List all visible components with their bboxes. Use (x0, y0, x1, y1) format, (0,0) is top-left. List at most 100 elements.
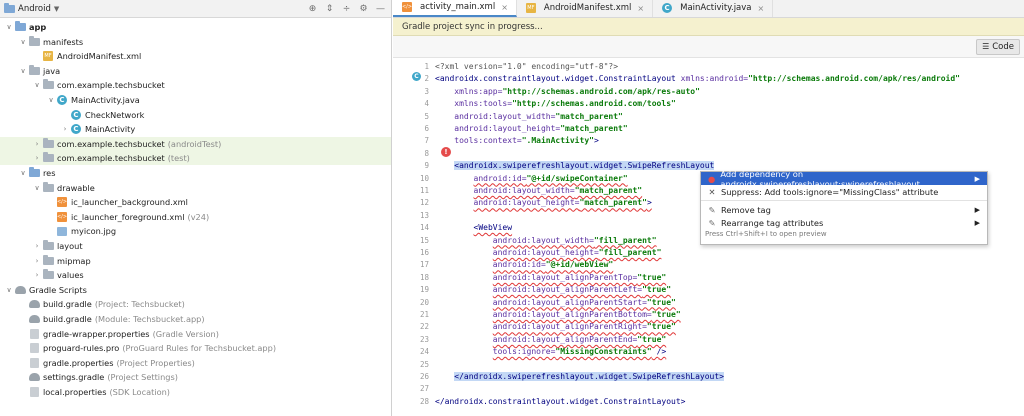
line-number: 22 (419, 322, 429, 332)
tree-item[interactable]: › com.example.techsbucket (test) (0, 151, 391, 166)
tree-item-label: gradle.properties (43, 357, 114, 368)
line-number: 15 (419, 235, 429, 245)
tree-item-detail: (Module: Techsbucket.app) (94, 314, 205, 324)
tree-item[interactable]: build.gradle (Project: Techsbucket) (0, 297, 391, 311)
close-icon[interactable]: × (501, 3, 508, 12)
tree-item[interactable]: ∨ C MainActivity.java (0, 93, 391, 107)
chevron-right-icon[interactable]: › (32, 242, 42, 250)
close-icon[interactable]: × (637, 4, 644, 13)
chevron-right-icon[interactable]: › (60, 125, 70, 133)
close-icon[interactable]: × (758, 4, 765, 13)
line-number: 13 (419, 210, 429, 220)
tree-item[interactable]: ∨ manifests (0, 35, 391, 49)
tree-item[interactable]: ∨ res (0, 166, 391, 180)
intention-menu-item[interactable]: ✎ Remove tag ▶ (701, 203, 987, 216)
module-folder-icon (14, 21, 26, 32)
code-token: "http://schemas.android.com/apk/res-auto… (502, 86, 700, 96)
chevron-down-icon[interactable]: ∨ (32, 81, 42, 89)
chevron-right-icon[interactable]: › (32, 140, 42, 148)
tree-item-detail: (Project Settings) (107, 372, 178, 383)
collapse-all-icon[interactable]: ÷ (341, 3, 352, 14)
intention-menu-item[interactable]: ✎ Rearrange tag attributes ▶ (701, 216, 987, 229)
code-token: </androidx.swiperefreshlayout.widget.Swi… (454, 372, 724, 381)
intention-actions-popup: ● Add dependency on androidx.swiperefresh… (700, 169, 988, 245)
project-view-selector[interactable]: Android ▼ (4, 2, 59, 14)
code-token: > (593, 136, 599, 146)
tab-label: AndroidManifest.xml (543, 3, 632, 13)
chevron-down-icon[interactable]: ∨ (46, 96, 56, 104)
tree-item[interactable]: C CheckNetwork (0, 108, 391, 122)
tree-item-label: CheckNetwork (85, 109, 145, 120)
manifest-file-icon: MF (525, 3, 536, 13)
code-line: android:layout_height="match_parent"> (435, 197, 652, 209)
tree-item-label: manifests (43, 36, 84, 47)
chevron-right-icon[interactable]: › (32, 257, 42, 265)
tree-item[interactable]: ∨ app (0, 20, 391, 34)
line-number: 17 (419, 260, 429, 270)
properties-file-icon (28, 357, 40, 368)
tree-item[interactable]: local.properties (SDK Location) (0, 385, 391, 399)
chevron-right-icon[interactable]: › (32, 271, 42, 279)
tree-item[interactable]: </> ic_launcher_background.xml (0, 195, 391, 209)
line-number: 11 (419, 186, 429, 195)
code-token: "MissingConstraints" (555, 347, 652, 357)
tree-item[interactable]: › C MainActivity (0, 122, 391, 136)
intention-menu-item-label: Remove tag (721, 204, 771, 215)
tree-item-label: proguard-rules.pro (43, 343, 120, 354)
chevron-down-icon[interactable]: ∨ (4, 23, 14, 31)
tree-item-detail: (Project: Techsbucket) (94, 299, 185, 310)
tab-label: MainActivity.java (680, 3, 752, 13)
tree-item-label: local.properties (43, 387, 107, 397)
tree-item[interactable]: › values (0, 268, 391, 282)
tab-androidmanifest-xml[interactable]: MF AndroidManifest.xml × (517, 0, 654, 17)
tree-item[interactable]: ∨ com.example.techsbucket (0, 78, 391, 92)
code-line: tools:ignore="MissingConstraints" /> (435, 346, 666, 358)
chevron-down-icon[interactable]: ∨ (18, 67, 28, 75)
menu-icon: ☰ (982, 42, 990, 51)
tree-item[interactable]: ∨ drawable (0, 181, 391, 195)
chevron-right-icon[interactable]: › (32, 154, 42, 162)
tree-item[interactable]: › layout (0, 239, 391, 253)
tree-item-label: java (43, 65, 61, 76)
tree-item[interactable]: </> ic_launcher_foreground.xml (v24) (0, 210, 391, 224)
tab-mainactivity-java[interactable]: C MainActivity.java × (653, 0, 774, 17)
gradle-icon (14, 285, 26, 295)
expand-all-icon[interactable]: ⇕ (324, 3, 335, 14)
code-token: tools:ignore= (492, 347, 556, 357)
editor-tabs: </> activity_main.xml × MF AndroidManifest.x… (393, 0, 1024, 18)
tree-item[interactable]: proguard-rules.pro (ProGuard Rules for Te… (0, 341, 391, 355)
tree-item[interactable]: build.gradle (Module: Techsbucket.app) (0, 312, 391, 326)
tab-activity_main-xml[interactable]: </> activity_main.xml × (393, 0, 517, 17)
tree-item[interactable]: › com.example.techsbucket (androidTest) (0, 136, 391, 151)
code-mode-button[interactable]: ☰ Code (976, 38, 1020, 55)
tree-item-label: values (57, 270, 84, 281)
code-token: android:layout_alignParentRight= (492, 322, 647, 332)
intention-menu-item[interactable]: ✕ Suppress: Add tools:ignore="MissingClas… (701, 185, 987, 198)
line-number: 1 (424, 62, 429, 71)
code-line: android:id="@+id/swipeContainer" (435, 173, 628, 185)
tree-item[interactable]: settings.gradle (Project Settings) (0, 370, 391, 384)
tree-item[interactable]: myicon.jpg (0, 224, 391, 238)
gradle-icon (28, 299, 40, 309)
project-panel-header: Android ▼ ⊕ ⇕ ÷ ⚙ — (0, 0, 391, 18)
code-line: android:layout_alignParentRight="true" (435, 321, 676, 333)
locate-icon[interactable]: ⊕ (307, 3, 318, 14)
chevron-down-icon[interactable]: ∨ (4, 286, 14, 294)
tree-item[interactable]: gradle.properties (Project Properties) (0, 356, 391, 370)
code-mode-label: Code (992, 41, 1014, 52)
java-class-icon: C (661, 3, 673, 13)
chevron-down-icon[interactable]: ∨ (18, 169, 28, 177)
line-number: 7 (424, 136, 429, 146)
gear-icon[interactable]: ⚙ (358, 3, 369, 14)
tree-item[interactable]: ∨ java (0, 64, 391, 78)
hide-icon[interactable]: — (375, 3, 386, 14)
tree-item[interactable]: gradle-wrapper.properties (Gradle Version… (0, 327, 391, 341)
code-token: android:layout_width= (473, 186, 575, 195)
tree-item[interactable]: ∨ Gradle Scripts (0, 283, 391, 297)
tree-item[interactable]: MF AndroidManifest.xml (0, 49, 391, 63)
chevron-down-icon[interactable]: ∨ (18, 38, 28, 46)
tree-item[interactable]: › mipmap (0, 254, 391, 268)
tree-item-label: com.example.techsbucket (57, 138, 165, 149)
intention-menu-item[interactable]: ● Add dependency on androidx.swiperefresh… (701, 169, 987, 189)
chevron-down-icon[interactable]: ∨ (32, 184, 42, 192)
